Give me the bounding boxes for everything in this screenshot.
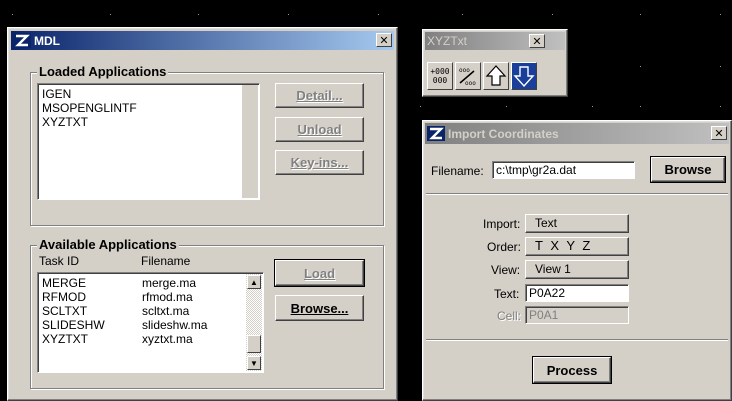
view-option[interactable]: View 1	[525, 260, 629, 279]
task-id-cell: SCLTXT	[42, 304, 88, 318]
import-coordinates-dialog: Import Coordinates ✕ Filename: c:\tmp\gr…	[422, 120, 732, 401]
key-ins-button[interactable]: Key-ins...	[275, 150, 364, 175]
import-coordinates-tool[interactable]: ooo ooo	[455, 62, 481, 90]
table-row[interactable]: XYZTXT	[42, 332, 88, 346]
filename-cell: rfmod.ma	[142, 290, 193, 304]
loaded-applications-list[interactable]: IGEN MSOPENGLINTF XYZTXT	[37, 83, 260, 200]
table-row[interactable]: SCLTXT	[42, 304, 87, 318]
task-id-cell: MERGE	[42, 276, 87, 290]
xyztxt-close-button[interactable]: ✕	[529, 34, 545, 48]
down-arrow-icon	[513, 66, 535, 88]
microstation-logo-icon	[427, 126, 445, 141]
browse-file-button[interactable]: Browse	[650, 156, 726, 183]
import-titlebar[interactable]: Import Coordinates ✕	[425, 123, 729, 144]
scroll-thumb[interactable]	[247, 335, 261, 353]
task-id-cell: SLIDESHW	[42, 318, 105, 332]
mdl-titlebar[interactable]: MDL ✕	[11, 31, 394, 50]
xyztxt-title: XYZTxt	[427, 34, 468, 48]
order-label: Order:	[487, 240, 522, 254]
import-type-option[interactable]: Text	[525, 214, 629, 233]
table-row[interactable]: SLIDESHW	[42, 318, 105, 332]
browse-apps-button[interactable]: Browse...	[275, 295, 364, 321]
filename-cell: merge.ma	[142, 276, 197, 290]
load-button[interactable]: Load	[274, 259, 365, 287]
move-up-tool[interactable]	[483, 62, 509, 90]
scroll-up-button[interactable]: ▲	[247, 275, 261, 289]
svg-text:ooo: ooo	[465, 80, 476, 87]
table-row[interactable]: MERGE	[42, 276, 86, 290]
text-field[interactable]: P0A22	[525, 284, 629, 302]
cell-field[interactable]: P0A1	[525, 306, 629, 324]
export-coordinates-icon: +000 000	[430, 67, 450, 85]
list-item[interactable]: XYZTXT	[42, 115, 88, 129]
scroll-down-button[interactable]: ▼	[247, 356, 261, 370]
loaded-list-scrollbar[interactable]	[242, 85, 258, 198]
import-coordinates-icon: ooo ooo	[459, 67, 476, 87]
view-label: View:	[491, 263, 521, 277]
move-down-tool[interactable]	[511, 62, 537, 90]
filename-column-header: Filename	[141, 254, 191, 268]
task-id-cell: RFMOD	[42, 290, 86, 304]
list-item[interactable]: IGEN	[42, 87, 71, 101]
filename-label: Filename:	[431, 164, 484, 178]
filename-cell: scltxt.ma	[142, 304, 190, 318]
up-triangle-icon: ▲	[250, 277, 258, 287]
loaded-applications-label: Loaded Applications	[37, 64, 169, 79]
xyztxt-toolbox: XYZTxt ✕ +000 000 ooo ooo	[422, 29, 568, 97]
mdl-dialog: MDL ✕ Loaded Applications IGEN MSOPENGLI…	[7, 27, 398, 401]
mdl-title: MDL	[34, 33, 60, 48]
up-arrow-icon	[485, 65, 507, 86]
list-item[interactable]: MSOPENGLINTF	[42, 101, 137, 115]
filename-cell: slideshw.ma	[142, 318, 208, 332]
filename-field[interactable]: c:\tmp\gr2a.dat	[492, 161, 635, 179]
unload-button[interactable]: Unload	[275, 117, 364, 142]
export-coordinates-tool[interactable]: +000 000	[427, 62, 453, 90]
task-id-cell: XYZTXT	[42, 332, 89, 346]
detail-button[interactable]: Detail...	[275, 83, 364, 108]
xyztxt-titlebar[interactable]: XYZTxt ✕	[425, 32, 565, 50]
process-button[interactable]: Process	[532, 356, 612, 384]
mdl-close-button[interactable]: ✕	[376, 33, 392, 47]
text-label: Text:	[494, 287, 520, 301]
available-applications-list[interactable]: MERGE merge.ma RFMOD rfmod.ma SCLTXT scl…	[37, 272, 264, 373]
order-option[interactable]: T X Y Z	[525, 237, 629, 256]
import-label: Import:	[483, 217, 521, 231]
down-triangle-icon: ▼	[250, 358, 258, 368]
separator	[426, 339, 728, 341]
cell-label: Cell:	[497, 309, 522, 323]
microstation-logo-icon	[13, 33, 31, 48]
available-applications-label: Available Applications	[37, 237, 179, 252]
task-id-column-header: Task ID	[39, 254, 80, 268]
import-title: Import Coordinates	[448, 126, 559, 141]
separator	[426, 193, 728, 195]
import-close-button[interactable]: ✕	[711, 126, 727, 140]
filename-cell: xyztxt.ma	[142, 332, 193, 346]
svg-text:ooo: ooo	[459, 67, 470, 74]
table-row[interactable]: RFMOD	[42, 290, 86, 304]
